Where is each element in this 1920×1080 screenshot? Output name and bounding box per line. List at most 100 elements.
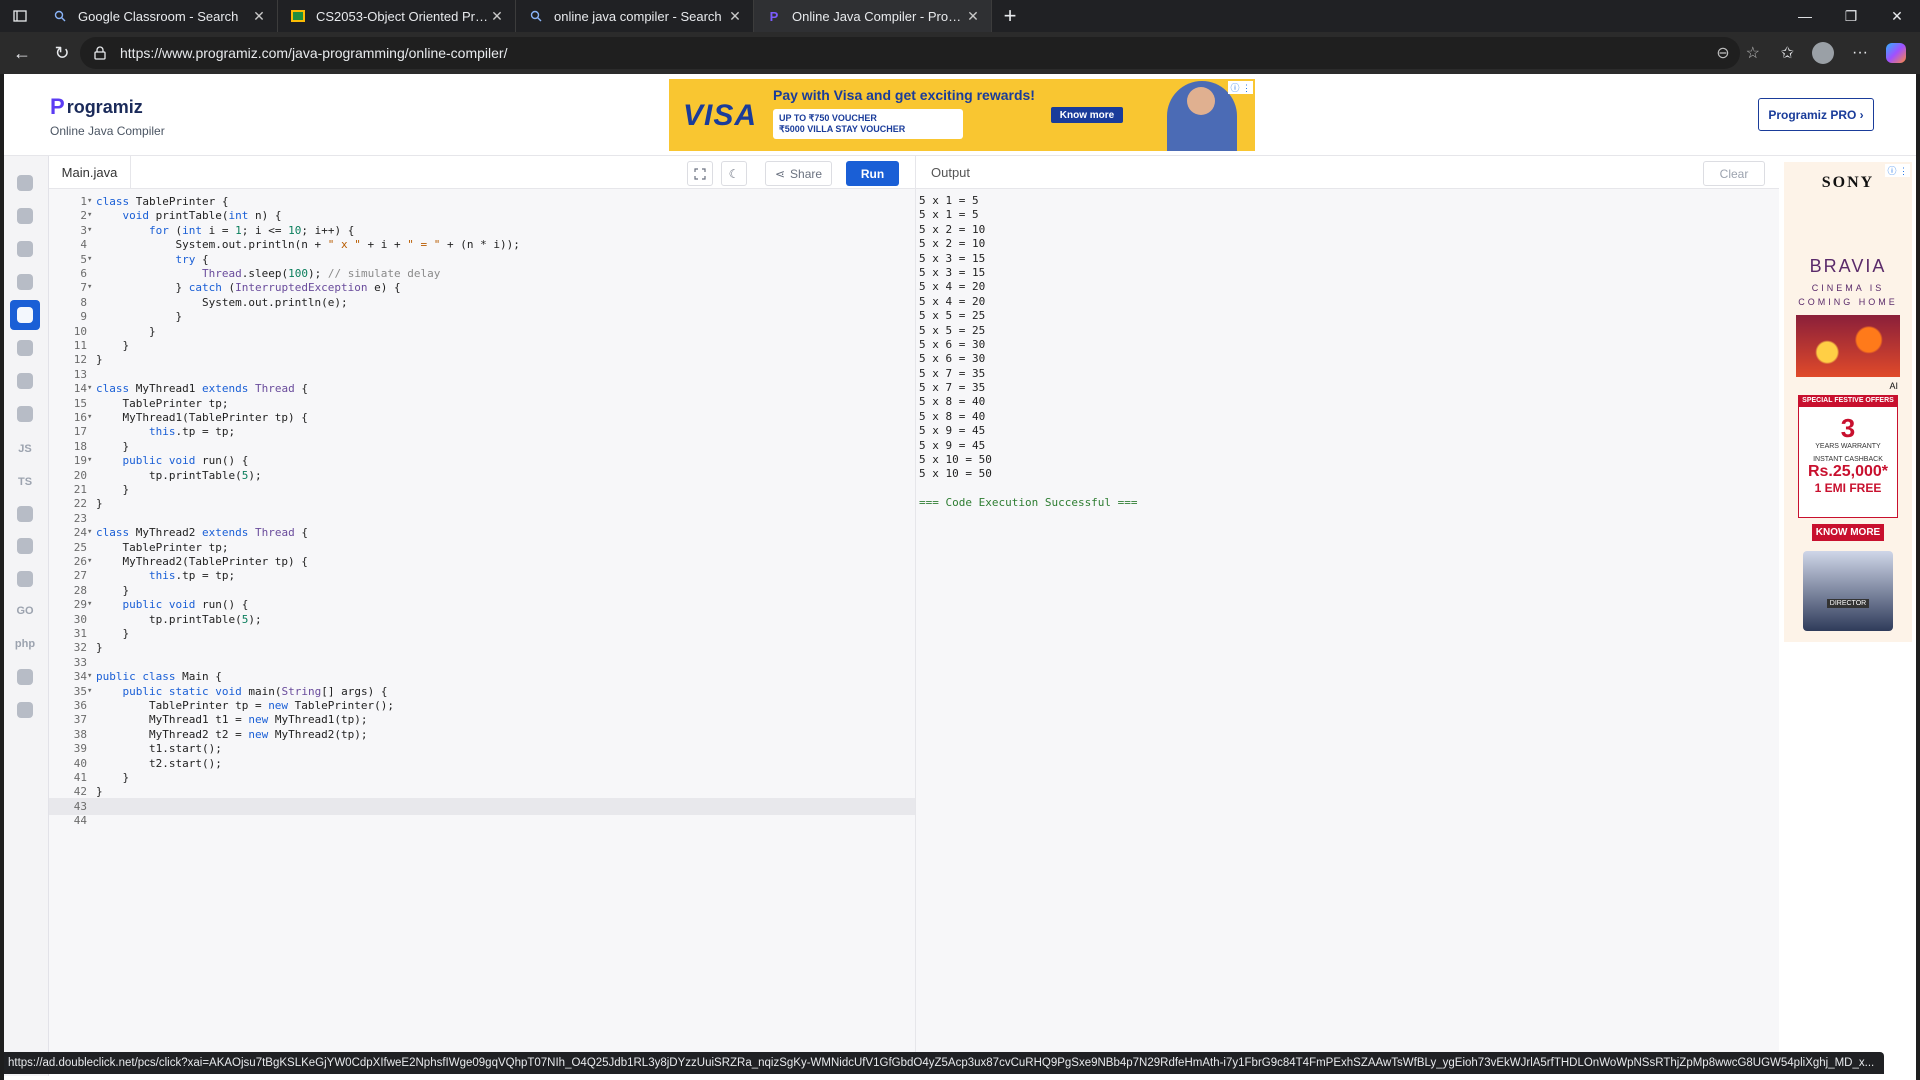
output-line: 5 x 7 = 35 [919,381,986,395]
tab-title: CS2053-Object Oriented Program [316,8,489,24]
search-icon [52,8,68,24]
output-line: 5 x 7 = 35 [919,366,986,380]
fullscreen-icon [694,167,706,180]
address-bar[interactable]: https://www.programiz.com/java-programmi… [80,37,1740,69]
site-header: Programiz Online Java Compiler VISA Pay … [4,74,1916,156]
tv-image [1796,315,1900,377]
close-tab-icon[interactable]: ✕ [727,8,743,25]
clear-output-button[interactable]: Clear [1703,161,1765,186]
ad-person-image [1167,81,1237,151]
browser-tab[interactable]: Google Classroom - Search ✕ [40,0,278,32]
ad-choices-icon[interactable]: ⓘ ⋮ [1228,81,1253,94]
fullscreen-button[interactable] [687,161,713,186]
c-icon[interactable] [10,333,40,363]
copilot-icon[interactable] [1886,43,1906,63]
output-line: 5 x 2 = 10 [919,222,986,236]
close-tab-icon[interactable]: ✕ [489,8,505,25]
python-icon[interactable] [10,168,40,198]
reload-icon[interactable]: ↻ [44,35,80,71]
js-icon[interactable]: JS [10,434,40,464]
ad-voucher-2: ₹5000 VILLA STAY VOUCHER [779,124,906,134]
window-menu-icon[interactable] [0,0,40,32]
visa-ad-banner[interactable]: VISA Pay with Visa and get exciting rewa… [669,79,1255,151]
output-line: 5 x 4 = 20 [919,280,986,294]
code-line[interactable]: 44 [49,812,915,830]
back-icon[interactable]: ← [4,35,40,71]
director-label: DIRECTOR [1826,599,1870,608]
ad-know-more-button[interactable]: Know more [1051,107,1123,123]
favorite-star-icon[interactable]: ☆ [1746,43,1760,63]
browser-tab[interactable]: CS2053-Object Oriented Program✕ [278,0,516,32]
ts-icon[interactable]: TS [10,467,40,497]
festive-decoration [1784,192,1912,252]
code-editor[interactable]: 1 ▾ class TablePrinter {2 ▾ void printTable… [49,189,915,1074]
file-tab-main-java[interactable]: Main.java [49,156,131,189]
execution-status: === Code Execution Successful === [919,496,1138,510]
emi-offer: 1 EMI FREE [1814,481,1882,495]
share-label: Share [790,166,823,181]
output-line: 5 x 10 = 50 [919,453,992,467]
programiz-pro-button[interactable]: Programiz PRO › [1758,98,1874,131]
output-header: Output Clear [915,156,1779,189]
share-icon: ⋖ [774,166,786,181]
close-tab-icon[interactable]: ✕ [251,8,267,25]
site-info-icon[interactable] [92,45,108,61]
go-icon[interactable]: GO [10,596,40,626]
cashback-amount: Rs.25,000* [1807,463,1889,480]
browser-tab-bar: Google Classroom - Search ✕ CS2053-Object … [0,0,1920,32]
close-window-icon[interactable]: ✕ [1874,0,1920,32]
cpp-icon[interactable] [10,366,40,396]
director-image: DIRECTOR [1803,551,1893,631]
ad-headline: Pay with Visa and get exciting rewards! [773,87,1035,103]
output-line: 5 x 6 = 30 [919,352,986,366]
more-menu-icon[interactable]: ··· [1852,44,1868,62]
zoom-icon[interactable]: ⊖ [1716,43,1729,63]
output-title: Output [931,165,971,180]
share-button[interactable]: ⋖ Share [765,161,832,186]
browser-tab[interactable]: online java compiler - Search ✕ [516,0,754,32]
visa-logo: VISA [683,99,758,132]
warranty-years: 3 [1840,413,1856,443]
output-console: 5 x 1 = 55 x 1 = 55 x 2 = 10 5 x 2 = 10 5 … [915,189,1779,1074]
profile-avatar[interactable] [1812,42,1835,64]
favorites-icon[interactable]: ✩ [1781,43,1794,63]
restore-icon[interactable]: ❐ [1828,0,1874,32]
theme-toggle-button[interactable]: ☾ [721,161,747,186]
close-tab-icon[interactable]: ✕ [965,8,981,25]
new-tab-button[interactable]: + [992,0,1028,32]
language-sidebar: JS TS GO php [4,156,49,1076]
bravia-title: BRAVIA [1809,256,1887,276]
ad-tagline: CINEMA IS COMING HOME [1798,283,1898,307]
run-button[interactable]: Run [846,161,899,186]
programiz-logo[interactable]: Programiz Online Java Compiler [50,94,165,138]
output-line: 5 x 8 = 40 [919,409,986,423]
line-number: 44 [73,814,87,828]
php-icon[interactable]: php [10,629,40,659]
output-line: 5 x 8 = 40 [919,395,986,409]
sony-ad-banner[interactable]: ⓘ ⋮ SONY BRAVIA CINEMA IS COMING HOME AI… [1784,162,1912,642]
swift-icon[interactable] [10,662,40,692]
java-icon[interactable] [10,300,40,330]
rust2-icon[interactable] [10,695,40,725]
ad-choices-icon[interactable]: ⓘ ⋮ [1885,164,1910,177]
tab-title: Google Classroom - Search [78,8,239,24]
sql-icon[interactable] [10,234,40,264]
csharp-icon[interactable] [10,399,40,429]
output-line: 5 x 2 = 10 [919,237,986,251]
stack-icon[interactable] [10,499,40,529]
minimize-icon[interactable]: — [1782,0,1828,32]
url-text: https://www.programiz.com/java-programmi… [120,45,508,61]
browser-tab[interactable]: P Online Java Compiler - Programiz✕ [754,0,992,32]
cashback-label: INSTANT CASHBACK [1813,456,1883,463]
output-line: 5 x 3 = 15 [919,265,986,279]
html-icon[interactable] [10,267,40,297]
r-icon[interactable] [10,201,40,231]
sony-know-more-button[interactable]: KNOW MORE [1812,524,1884,541]
output-line: 5 x 6 = 30 [919,337,986,351]
ad-voucher-box: UP TO ₹750 VOUCHER ₹5000 VILLA STAY VOUC… [773,109,963,139]
rust-icon[interactable] [10,531,40,561]
moon-icon: ☾ [728,166,740,181]
page-subtitle: Online Java Compiler [50,124,165,138]
kotlin-icon[interactable] [10,564,40,594]
